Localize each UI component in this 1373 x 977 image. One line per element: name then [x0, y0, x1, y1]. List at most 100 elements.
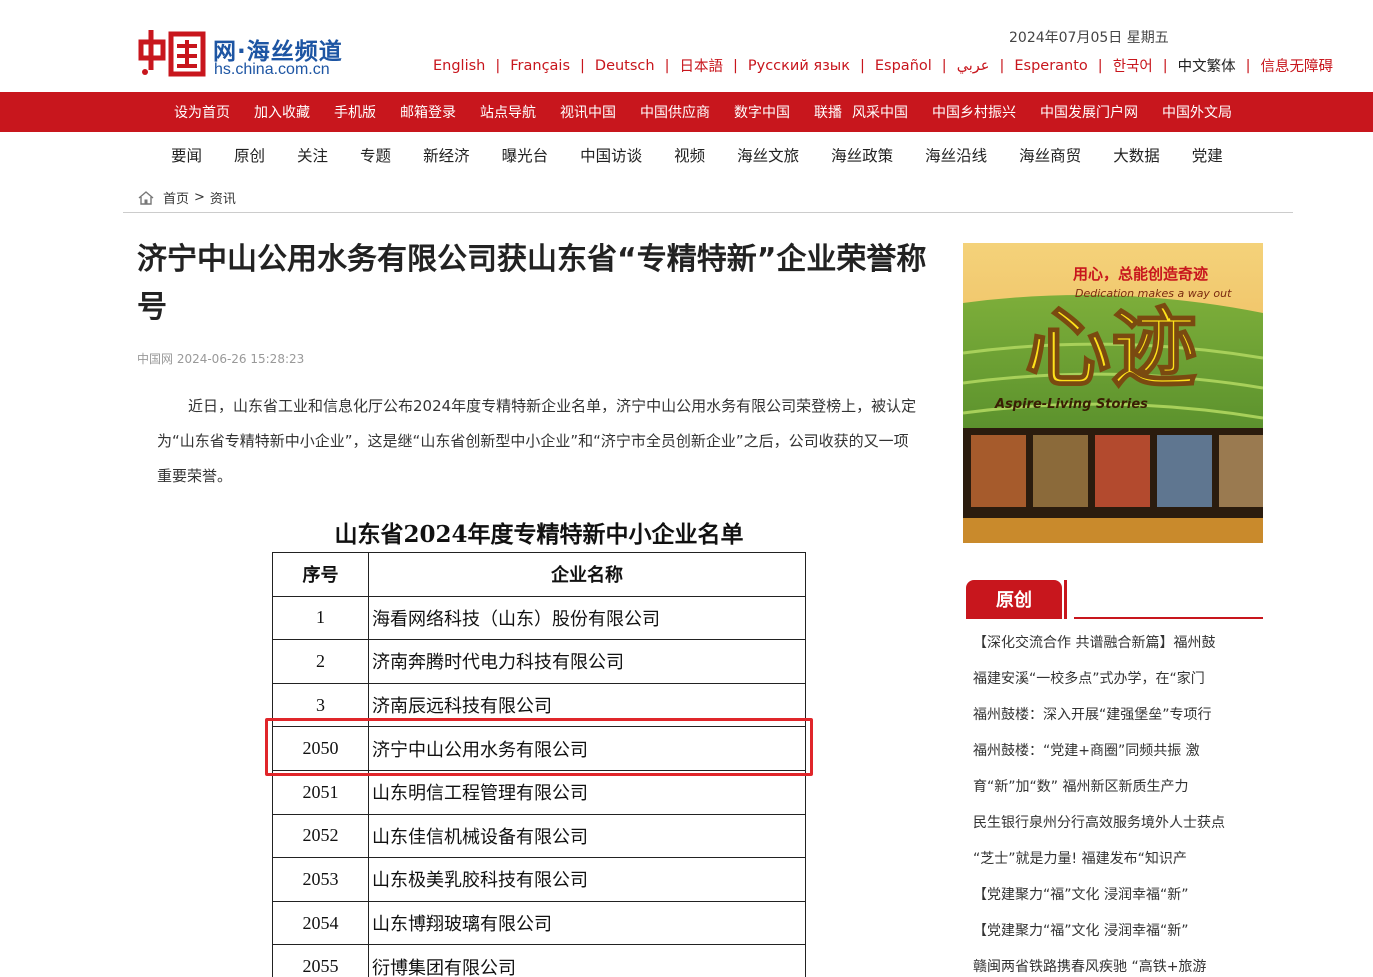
channel-nav-item[interactable]: 专题: [360, 144, 391, 166]
breadcrumb-current[interactable]: 资讯: [210, 188, 236, 207]
row-company-name: 山东佳信机械设备有限公司: [368, 813, 806, 859]
breadcrumb: 首页 > 资讯: [137, 188, 236, 207]
language-bar: English | Français | Deutsch | 日本語 | Русский язы…: [433, 55, 1333, 76]
current-date: 2024年07月05日 星期五: [1009, 30, 1169, 46]
row-number: 2053: [272, 857, 369, 902]
home-icon[interactable]: [137, 189, 155, 207]
language-separator: |: [999, 57, 1005, 74]
row-company-name: 衍博集团有限公司: [368, 944, 806, 977]
breadcrumb-home[interactable]: 首页: [163, 188, 189, 207]
language-separator: |: [580, 57, 585, 74]
language-link[interactable]: Deutsch: [595, 58, 655, 74]
list-item[interactable]: 福建安溪“一校多点”式办学，在“家门: [973, 661, 1263, 697]
red-nav-item[interactable]: 站点导航: [480, 102, 536, 122]
channel-nav-item[interactable]: 要闻: [171, 144, 202, 166]
site-logo[interactable]: 网·海丝频道 hs.china.com.cn: [137, 24, 367, 84]
channel-nav-item[interactable]: 海丝沿线: [925, 144, 987, 166]
column-header-name: 企业名称: [368, 552, 806, 597]
list-item[interactable]: 赣闽两省铁路携春风疾驰 “高铁+旅游: [973, 949, 1263, 977]
ad-artwork: 用心，总能创造奇迹 Dedication makes a way out 心迹 …: [963, 243, 1263, 543]
ad-big-text: 心迹: [1025, 298, 1197, 399]
section-tab-accent: [1064, 580, 1067, 619]
red-nav-item[interactable]: 视讯中国: [560, 102, 616, 122]
language-link[interactable]: عربي: [957, 58, 990, 74]
red-nav-item[interactable]: 数字中国: [734, 102, 790, 122]
list-item[interactable]: 【党建聚力“福”文化 浸润幸福“新”: [973, 877, 1263, 913]
channel-nav-item[interactable]: 大数据: [1113, 144, 1160, 166]
list-item[interactable]: “芝士”就是力量! 福建发布“知识产: [973, 841, 1263, 877]
row-number: 2052: [272, 813, 369, 859]
list-item[interactable]: 【深化交流合作 共谱融合新篇】福州鼓: [973, 625, 1263, 661]
table-row: 2055 衍博集团有限公司: [272, 944, 806, 977]
section-header-original: 原创: [966, 578, 1263, 620]
channel-nav-item[interactable]: 海丝政策: [831, 144, 893, 166]
row-company-name: 山东极美乳胶科技有限公司: [368, 857, 806, 902]
channel-nav-item[interactable]: 关注: [297, 144, 328, 166]
language-separator: |: [495, 57, 501, 74]
language-separator: |: [1162, 57, 1168, 74]
channel-nav-item[interactable]: 原创: [234, 144, 265, 166]
red-nav-item[interactable]: 中国外文局: [1162, 102, 1232, 122]
red-nav-item[interactable]: 风采中国: [852, 102, 908, 122]
red-nav-item[interactable]: 中国发展门户网: [1040, 102, 1138, 122]
language-link[interactable]: 中文繁体: [1178, 55, 1236, 76]
site-header: 网·海丝频道 hs.china.com.cn 2024年07月05日 星期五 E…: [0, 0, 1373, 92]
list-item[interactable]: 福州鼓楼：“党建+商圈”同频共振 激: [973, 733, 1263, 769]
red-nav-item[interactable]: 设为首页: [174, 102, 230, 122]
row-number: 2055: [272, 944, 369, 977]
row-company-name: 山东博翔玻璃有限公司: [368, 900, 806, 946]
channel-nav: 要闻 原创 关注 专题 新经济 曝光台 中国访谈 视频 海丝文旅 海丝政策 海丝沿线 海丝商贸 大数据 党…: [0, 132, 1373, 176]
language-separator: |: [1245, 57, 1251, 74]
channel-nav-item[interactable]: 中国访谈: [580, 144, 642, 166]
table-row: 2051 山东明信工程管理有限公司: [272, 769, 806, 815]
language-link[interactable]: 한국어: [1113, 55, 1153, 76]
language-link[interactable]: 日本語: [679, 55, 723, 76]
article-title: 济宁中山公用水务有限公司获山东省“专精特新”企业荣誉称号: [137, 242, 927, 325]
red-nav-item[interactable]: 中国供应商: [640, 102, 710, 122]
table-header-row: 序号 企业名称: [272, 552, 806, 597]
list-item[interactable]: 民生银行泉州分行高效服务境外人士获点: [973, 805, 1263, 841]
red-nav-item[interactable]: 邮箱登录: [400, 102, 456, 122]
section-tab-original[interactable]: 原创: [966, 580, 1062, 619]
header-divider: [123, 212, 1293, 213]
list-image-title: 山东省2024年度专精特新中小企业名单: [334, 521, 744, 548]
red-nav-item[interactable]: 加入收藏: [254, 102, 310, 122]
channel-nav-item[interactable]: 海丝文旅: [737, 144, 799, 166]
channel-nav-item[interactable]: 视频: [674, 144, 705, 166]
language-link[interactable]: English: [433, 58, 485, 74]
article-paragraph: 近日，山东省工业和信息化厅公布2024年度专精特新企业名单，济宁中山公用水务有限…: [157, 397, 917, 485]
language-separator: |: [664, 57, 670, 74]
table-row: 2054 山东博翔玻璃有限公司: [272, 900, 806, 946]
channel-nav-item[interactable]: 党建: [1192, 144, 1223, 166]
red-nav-item[interactable]: 联播: [814, 102, 842, 122]
sidebar-ad-banner[interactable]: 用心，总能创造奇迹 Dedication makes a way out 心迹 …: [963, 243, 1263, 543]
list-item[interactable]: 福州鼓楼：深入开展“建强堡垒”专项行: [973, 697, 1263, 733]
language-separator: |: [860, 57, 865, 74]
original-news-list: 【深化交流合作 共谱融合新篇】福州鼓 福建安溪“一校多点”式办学，在“家门 福州鼓楼…: [973, 625, 1263, 977]
red-nav-list: 设为首页 加入收藏 手机版 邮箱登录 站点导航 视讯中国 中国供应商 数字中国 联播 风采中国 中国…: [174, 92, 1256, 132]
top-red-nav: 设为首页 加入收藏 手机版 邮箱登录 站点导航 视讯中国 中国供应商 数字中国 联播 风采中国 中国…: [0, 92, 1373, 132]
channel-nav-item[interactable]: 曝光台: [502, 144, 549, 166]
ad-slogan: 用心，总能创造奇迹: [1073, 265, 1208, 283]
row-company-name: 山东明信工程管理有限公司: [368, 769, 806, 815]
article-meta: 中国网 2024-06-26 15:28:23: [137, 352, 305, 366]
channel-nav-item[interactable]: 新经济: [423, 144, 470, 166]
column-header-number: 序号: [272, 552, 369, 597]
red-nav-item[interactable]: 手机版: [334, 102, 376, 122]
row-company-name: 济南奔腾时代电力科技有限公司: [368, 639, 806, 684]
table-row: 2052 山东佳信机械设备有限公司: [272, 813, 806, 859]
language-link[interactable]: Français: [510, 58, 570, 74]
language-link[interactable]: Esperanto: [1014, 58, 1087, 74]
language-link[interactable]: 信息无障碍: [1261, 55, 1334, 76]
section-underline: [1074, 617, 1263, 619]
row-company-name: 海看网络科技（山东）股份有限公司: [368, 595, 806, 641]
list-item[interactable]: 【党建聚力“福”文化 浸润幸福“新”: [973, 913, 1263, 949]
language-link[interactable]: Русский язык: [748, 58, 850, 74]
red-nav-item[interactable]: 中国乡村振兴: [932, 102, 1016, 122]
channel-nav-item[interactable]: 海丝商贸: [1019, 144, 1081, 166]
highlight-box: [265, 718, 813, 776]
language-link[interactable]: Español: [875, 58, 932, 74]
list-item[interactable]: 育“新”加“数” 福州新区新质生产力: [973, 769, 1263, 805]
channel-nav-list: 要闻 原创 关注 专题 新经济 曝光台 中国访谈 视频 海丝文旅 海丝政策 海丝沿线 海丝商贸 大数据 党…: [171, 144, 1255, 166]
china-logo-icon: [138, 30, 206, 77]
